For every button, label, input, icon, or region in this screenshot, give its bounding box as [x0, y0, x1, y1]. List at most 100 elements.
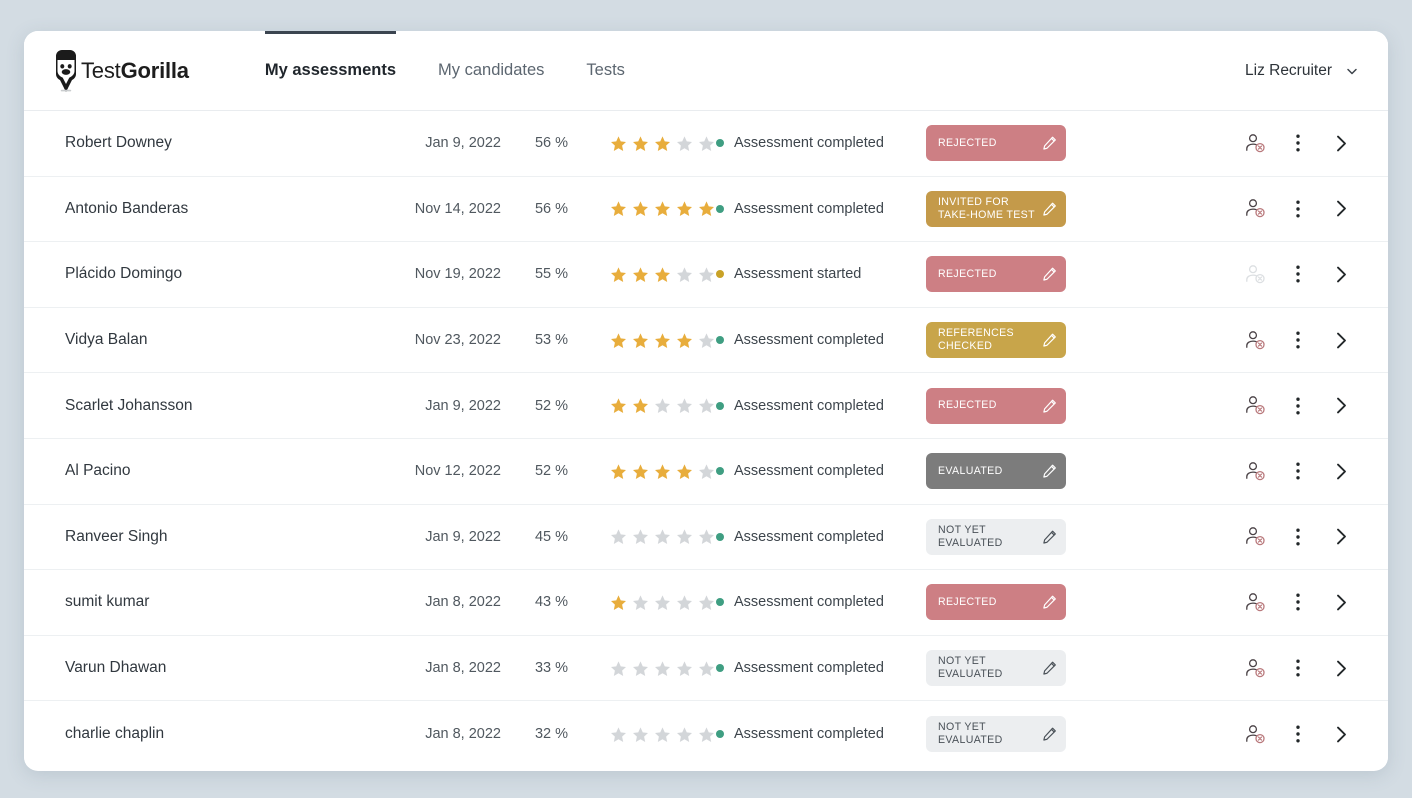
rating-stars[interactable] [568, 135, 716, 152]
reject-candidate-icon[interactable] [1232, 658, 1278, 679]
more-options-icon[interactable] [1278, 200, 1318, 218]
status-badge[interactable]: NOT YET EVALUATED [926, 716, 1066, 753]
rating-stars[interactable] [568, 660, 716, 677]
status-badge[interactable]: NOT YET EVALUATED [926, 518, 1066, 555]
table-row[interactable]: Plácido Domingo Nov 19, 2022 55 % Assessmen… [24, 242, 1388, 308]
table-row[interactable]: charlie chaplin Jan 8, 2022 32 % Assessment… [24, 701, 1388, 767]
more-options-icon[interactable] [1278, 593, 1318, 611]
rating-stars[interactable] [568, 726, 716, 743]
star-filled-icon[interactable] [610, 397, 627, 414]
chevron-right-icon[interactable] [1318, 528, 1364, 545]
star-filled-icon[interactable] [676, 332, 693, 349]
more-options-icon[interactable] [1278, 462, 1318, 480]
star-empty-icon[interactable] [654, 397, 671, 414]
star-empty-icon[interactable] [698, 332, 715, 349]
reject-candidate-icon[interactable] [1232, 395, 1278, 416]
star-empty-icon[interactable] [632, 528, 649, 545]
status-badge[interactable]: EVALUATED [926, 453, 1066, 490]
status-badge[interactable]: REJECTED [926, 584, 1066, 621]
star-empty-icon[interactable] [654, 594, 671, 611]
star-empty-icon[interactable] [610, 660, 627, 677]
star-filled-icon[interactable] [610, 266, 627, 283]
star-filled-icon[interactable] [654, 463, 671, 480]
chevron-right-icon[interactable] [1318, 266, 1364, 283]
star-empty-icon[interactable] [698, 660, 715, 677]
star-filled-icon[interactable] [632, 332, 649, 349]
star-empty-icon[interactable] [654, 726, 671, 743]
star-empty-icon[interactable] [610, 528, 627, 545]
star-empty-icon[interactable] [676, 594, 693, 611]
star-filled-icon[interactable] [632, 397, 649, 414]
reject-candidate-icon[interactable] [1232, 724, 1278, 745]
status-badge[interactable]: REJECTED [926, 387, 1066, 424]
star-empty-icon[interactable] [632, 726, 649, 743]
chevron-right-icon[interactable] [1318, 135, 1364, 152]
user-menu[interactable]: Liz Recruiter [1245, 31, 1358, 111]
star-empty-icon[interactable] [698, 726, 715, 743]
star-filled-icon[interactable] [610, 463, 627, 480]
star-filled-icon[interactable] [610, 200, 627, 217]
star-filled-icon[interactable] [654, 266, 671, 283]
star-empty-icon[interactable] [610, 726, 627, 743]
star-filled-icon[interactable] [654, 332, 671, 349]
rating-stars[interactable] [568, 528, 716, 545]
more-options-icon[interactable] [1278, 528, 1318, 546]
chevron-right-icon[interactable] [1318, 463, 1364, 480]
star-filled-icon[interactable] [676, 463, 693, 480]
rating-stars[interactable] [568, 463, 716, 480]
chevron-right-icon[interactable] [1318, 594, 1364, 611]
nav-item-my-candidates[interactable]: My candidates [438, 31, 544, 111]
star-filled-icon[interactable] [632, 463, 649, 480]
star-empty-icon[interactable] [698, 135, 715, 152]
star-filled-icon[interactable] [610, 594, 627, 611]
star-filled-icon[interactable] [632, 135, 649, 152]
table-row[interactable]: Robert Downey Jan 9, 2022 56 % Assessment c… [24, 111, 1388, 177]
star-filled-icon[interactable] [632, 266, 649, 283]
chevron-right-icon[interactable] [1318, 200, 1364, 217]
star-filled-icon[interactable] [610, 332, 627, 349]
star-empty-icon[interactable] [632, 594, 649, 611]
table-row[interactable]: Ranveer Singh Jan 9, 2022 45 % Assessment c… [24, 505, 1388, 571]
more-options-icon[interactable] [1278, 659, 1318, 677]
more-options-icon[interactable] [1278, 134, 1318, 152]
rating-stars[interactable] [568, 332, 716, 349]
chevron-right-icon[interactable] [1318, 726, 1364, 743]
reject-candidate-icon[interactable] [1232, 133, 1278, 154]
star-empty-icon[interactable] [698, 397, 715, 414]
star-filled-icon[interactable] [698, 200, 715, 217]
star-filled-icon[interactable] [676, 200, 693, 217]
star-filled-icon[interactable] [654, 135, 671, 152]
table-row[interactable]: sumit kumar Jan 8, 2022 43 % Assessment com… [24, 570, 1388, 636]
star-empty-icon[interactable] [676, 397, 693, 414]
rating-stars[interactable] [568, 397, 716, 414]
table-row[interactable]: Antonio Banderas Nov 14, 2022 56 % Assessme… [24, 177, 1388, 243]
rating-stars[interactable] [568, 594, 716, 611]
star-empty-icon[interactable] [698, 463, 715, 480]
reject-candidate-icon[interactable] [1232, 592, 1278, 613]
star-empty-icon[interactable] [654, 660, 671, 677]
table-row[interactable]: Varun Dhawan Jan 8, 2022 33 % Assessment co… [24, 636, 1388, 702]
nav-item-my-assessments[interactable]: My assessments [264, 31, 397, 111]
status-badge[interactable]: REFERENCES CHECKED [926, 322, 1066, 359]
reject-candidate-icon[interactable] [1232, 461, 1278, 482]
reject-candidate-icon[interactable] [1232, 198, 1278, 219]
reject-candidate-icon[interactable] [1232, 526, 1278, 547]
star-empty-icon[interactable] [676, 135, 693, 152]
rating-stars[interactable] [568, 200, 716, 217]
star-empty-icon[interactable] [698, 266, 715, 283]
star-empty-icon[interactable] [632, 660, 649, 677]
star-filled-icon[interactable] [632, 200, 649, 217]
more-options-icon[interactable] [1278, 331, 1318, 349]
star-empty-icon[interactable] [676, 660, 693, 677]
more-options-icon[interactable] [1278, 725, 1318, 743]
status-badge[interactable]: INVITED FOR TAKE-HOME TEST [926, 190, 1066, 227]
status-badge[interactable]: NOT YET EVALUATED [926, 650, 1066, 687]
status-badge[interactable]: REJECTED [926, 256, 1066, 293]
star-empty-icon[interactable] [676, 726, 693, 743]
reject-candidate-icon[interactable] [1232, 264, 1278, 285]
more-options-icon[interactable] [1278, 397, 1318, 415]
table-row[interactable]: Scarlet Johansson Jan 9, 2022 52 % Assessme… [24, 373, 1388, 439]
nav-item-tests[interactable]: Tests [586, 31, 625, 111]
more-options-icon[interactable] [1278, 265, 1318, 283]
chevron-right-icon[interactable] [1318, 397, 1364, 414]
